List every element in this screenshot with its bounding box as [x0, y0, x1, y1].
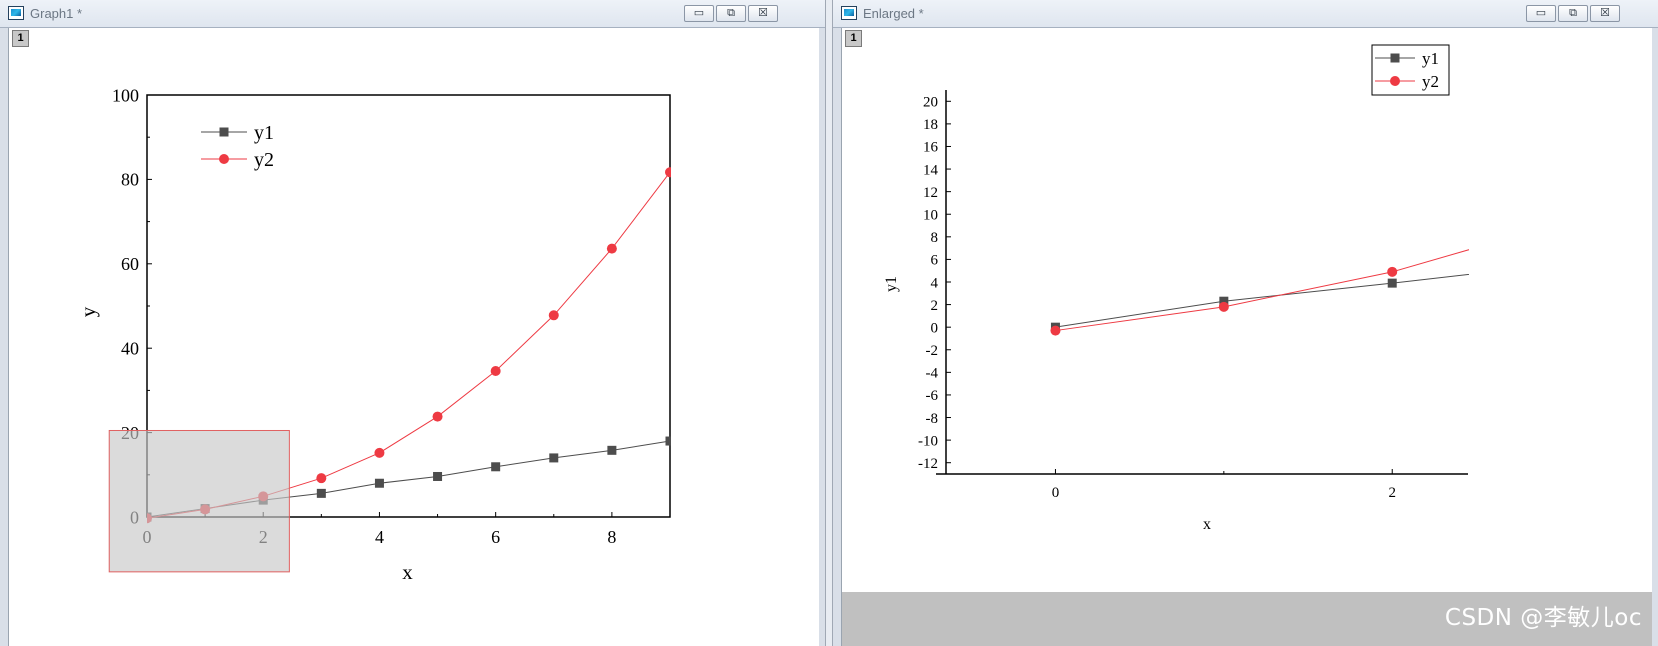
data-point-y1: [549, 453, 559, 463]
close-button[interactable]: ☒: [1590, 5, 1620, 22]
series-line-y2: [1055, 249, 1469, 332]
restore-button[interactable]: ⧉: [716, 5, 746, 22]
zoom-region-rectangle: [108, 429, 290, 573]
y-tick-label: 18: [923, 117, 938, 133]
data-point-y2: [665, 167, 671, 178]
legend-marker-y2: [1390, 76, 1400, 86]
y-tick-label: 60: [121, 254, 139, 274]
graph1-page[interactable]: 1 02040608010002468xyy1y2: [8, 28, 819, 646]
x-axis-title: x: [1203, 516, 1211, 533]
y-tick-label: -8: [926, 411, 939, 427]
restore-button[interactable]: ⧉: [1558, 5, 1588, 22]
legend-label-y1: y1: [254, 122, 274, 144]
window-splitter[interactable]: [825, 0, 833, 646]
y-tick-label: 100: [112, 85, 139, 105]
data-point-y1: [1556, 259, 1565, 268]
plot-area: [1050, 218, 1566, 336]
y-tick-label: 16: [923, 140, 939, 156]
graph1-window[interactable]: Graph1 * ▭ ⧉ ☒ 1 02040608010002468xyy1y2: [0, 0, 825, 646]
x-tick-label: 4: [375, 527, 384, 547]
data-point-y2: [548, 310, 559, 321]
y-tick-label: -4: [926, 366, 939, 382]
data-point-y1: [433, 471, 443, 481]
x-tick-label: 6: [491, 527, 500, 547]
data-point-y2: [1387, 266, 1398, 277]
data-point-y2: [490, 365, 501, 376]
minimize-button[interactable]: ▭: [684, 5, 714, 22]
legend-label-y2: y2: [1422, 72, 1439, 91]
y-tick-label: 0: [931, 320, 939, 336]
y-tick-label: -2: [926, 343, 939, 359]
data-point-y2: [432, 411, 443, 422]
legend-marker-y1: [219, 127, 229, 137]
minimize-button[interactable]: ▭: [1526, 5, 1556, 22]
close-button[interactable]: ☒: [748, 5, 778, 22]
data-point-y2: [316, 473, 327, 484]
legend-marker-y2: [219, 154, 229, 164]
graph-window-icon[interactable]: [8, 6, 24, 20]
data-point-y1: [607, 445, 617, 455]
enlarged-window[interactable]: Enlarged * ▭ ⧉ ☒ 1 -12 -10 -8 -6 -4 -2 0 2 4 6 8 10…: [833, 0, 1658, 646]
enlarged-page[interactable]: 1 -12 -10 -8 -6 -4 -2 0 2 4 6 8 10 12 14 16 18 20 0 2 x y1 y1…: [841, 28, 1652, 646]
x-tick-label: 0: [1052, 485, 1060, 501]
y-axis-title: y1: [883, 276, 900, 292]
series-line-y1: [1055, 273, 1469, 328]
y-tick-label: 14: [923, 162, 939, 178]
data-point-y1: [491, 462, 501, 472]
data-point-y2: [1218, 301, 1229, 312]
window-title: Enlarged *: [863, 6, 924, 21]
legend-marker-y1: [1390, 53, 1400, 63]
x-tick-label: 2: [1388, 485, 1396, 501]
data-point-y2: [606, 243, 617, 254]
y-tick-label: 8: [931, 230, 939, 246]
y-tick-label: 2: [931, 298, 939, 314]
y-tick-label: -12: [918, 456, 938, 472]
y-tick-label: 12: [923, 185, 938, 201]
y-axis-title: y: [76, 306, 100, 317]
data-point-y1: [374, 478, 384, 488]
y-tick-label: -10: [918, 433, 938, 449]
data-point-y2: [1050, 325, 1061, 336]
y-tick-label: 10: [923, 207, 938, 223]
data-point-y1: [665, 436, 671, 446]
data-point-y2: [374, 447, 385, 458]
data-point-y2: [1556, 218, 1566, 228]
enlarged-titlebar[interactable]: Enlarged * ▭ ⧉ ☒: [833, 0, 1658, 28]
legend-label-y2: y2: [254, 149, 274, 171]
legend-label-y1: y1: [1422, 49, 1439, 68]
y-tick-label: 4: [931, 275, 939, 291]
enlarged-chart[interactable]: -12 -10 -8 -6 -4 -2 0 2 4 6 8 10 12 14 16 18 20 0 2 x y1 y1 y2: [842, 28, 1652, 646]
graph-window-icon[interactable]: [841, 6, 857, 20]
y-tick-label: 40: [121, 339, 139, 359]
data-point-y1: [316, 488, 326, 498]
y-tick-label: 6: [931, 253, 939, 269]
x-axis-title: x: [402, 560, 413, 584]
y-tick-label: 20: [923, 95, 938, 111]
window-title: Graph1 *: [30, 6, 83, 21]
page-margin-area: CSDN @李敏儿oc: [842, 592, 1652, 646]
graph1-chart[interactable]: 02040608010002468xyy1y2: [9, 28, 819, 646]
y-tick-label: -6: [926, 388, 939, 404]
data-point-y1: [1387, 278, 1397, 288]
watermark: CSDN @李敏儿oc: [1444, 605, 1642, 631]
graph1-titlebar[interactable]: Graph1 * ▭ ⧉ ☒: [0, 0, 825, 28]
y-tick-label: 80: [121, 170, 139, 190]
x-tick-label: 8: [607, 527, 616, 547]
